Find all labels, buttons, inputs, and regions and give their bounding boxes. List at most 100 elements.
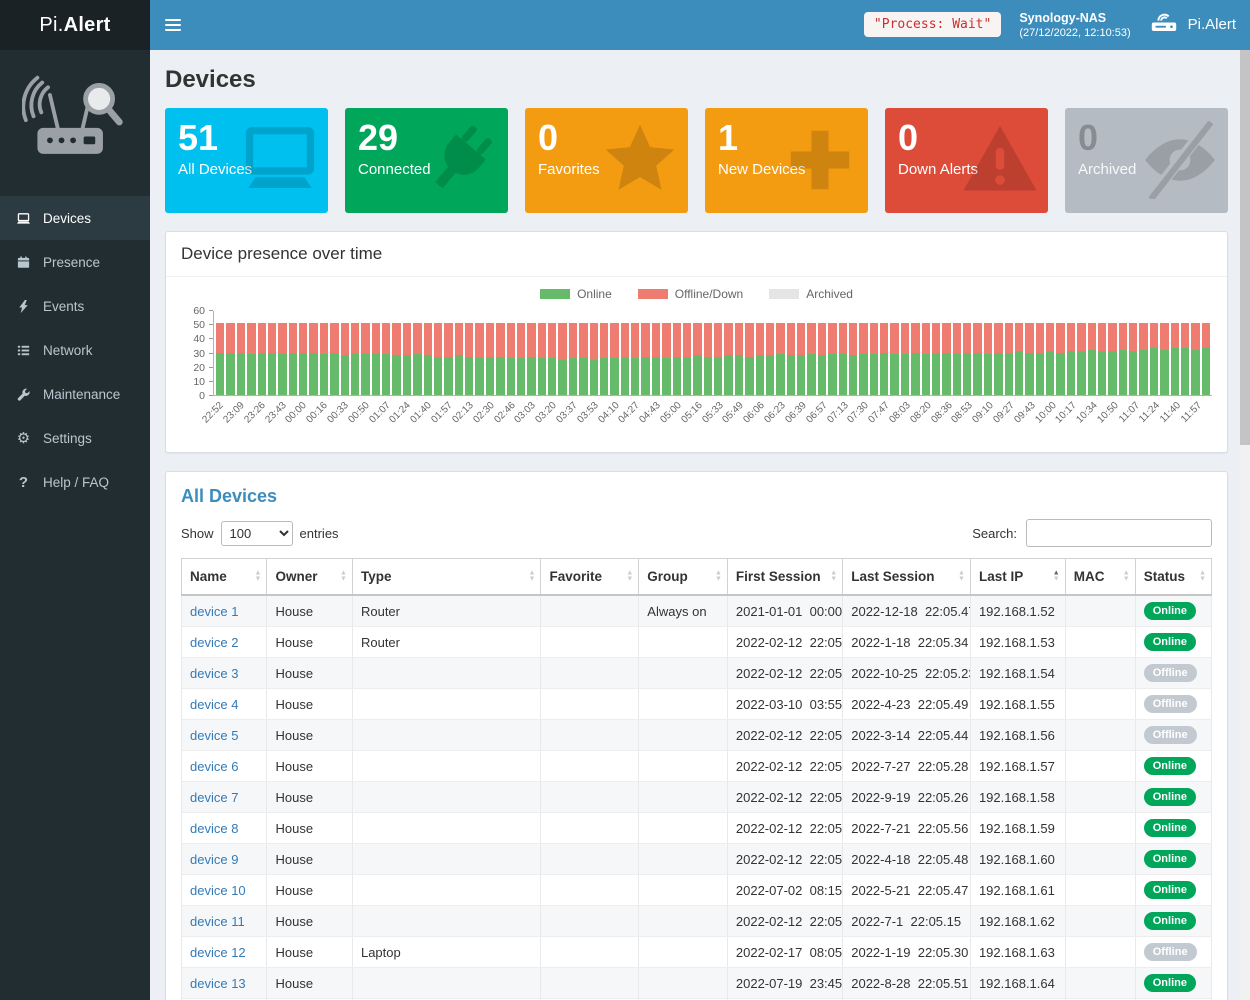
host-name: Synology-NAS [1019,10,1130,26]
cell-last_ip: 192.168.1.64 [970,968,1065,999]
bar-segment-online [704,357,712,395]
legend-online[interactable]: Online [540,287,612,301]
card-all-devices[interactable]: 51 All Devices [165,108,328,213]
bar-segment-offline [1056,323,1064,353]
card-archived[interactable]: 0 Archived [1065,108,1228,213]
sidebar-item-label: Settings [43,431,92,446]
page-scrollbar[interactable] [1240,50,1250,1000]
bar-segment-offline [973,323,981,353]
app-logo[interactable]: Pi.Alert [0,0,150,50]
bar-segment-online [1025,353,1033,396]
page-length-select[interactable]: 100 [221,521,293,546]
bar-segment-offline [341,323,349,356]
bar-segment-online [548,358,556,395]
card-connected[interactable]: 29 Connected [345,108,508,213]
column-header-owner[interactable]: Owner▲▼ [267,559,352,596]
chart-bar [496,323,504,395]
card-new-devices[interactable]: 1 New Devices [705,108,868,213]
bar-segment-online [1098,351,1106,395]
chart-bar [1077,323,1085,395]
calendar-icon [15,255,32,270]
device-link[interactable]: device 6 [190,759,238,774]
cell-last_ip: 192.168.1.55 [970,689,1065,720]
bar-segment-offline [901,323,909,354]
device-link[interactable]: device 8 [190,821,238,836]
card-down-alerts[interactable]: 0 Down Alerts [885,108,1048,213]
sidebar-item-network[interactable]: Network [0,328,150,372]
device-link[interactable]: device 4 [190,697,238,712]
chart-bar [890,323,898,395]
sort-icon: ▲▼ [529,570,536,583]
device-link[interactable]: device 13 [190,976,246,991]
navbar-body: "Process: Wait" Synology-NAS (27/12/2022… [150,0,1250,50]
search-input[interactable] [1026,519,1212,547]
sidebar-menu: Devices Presence Events Network [0,196,150,504]
device-link[interactable]: device 5 [190,728,238,743]
bar-segment-online [953,354,961,395]
legend-offline[interactable]: Offline/Down [638,287,743,301]
device-link[interactable]: device 10 [190,883,246,898]
chart-bar [756,323,764,395]
bar-segment-offline [1036,323,1044,353]
device-link[interactable]: device 7 [190,790,238,805]
navbar-brand[interactable]: Pi.Alert [1149,10,1236,39]
bar-segment-online [237,353,245,396]
bar-segment-online [341,355,349,395]
column-header-group[interactable]: Group▲▼ [639,559,728,596]
sidebar-item-help[interactable]: ? Help / FAQ [0,460,150,504]
bar-segment-offline [413,323,421,354]
sidebar-item-devices[interactable]: Devices [0,196,150,240]
sidebar-item-label: Maintenance [43,387,120,402]
column-header-type[interactable]: Type ▲▼ [352,559,540,596]
legend-archived[interactable]: Archived [769,287,853,301]
sidebar-item-label: Presence [43,255,100,270]
cell-mac [1065,968,1135,999]
legend-swatch-offline [638,289,668,299]
device-link[interactable]: device 2 [190,635,238,650]
sidebar-item-presence[interactable]: Presence [0,240,150,284]
cell-favorite [541,906,639,937]
bar-segment-offline [361,323,369,354]
cell-first_session: 2022-03-10 03:55 [727,689,842,720]
column-header-mac[interactable]: MAC▲▼ [1065,559,1135,596]
chart-bar [994,323,1002,395]
status-badge: Offline [1144,726,1197,744]
bar-segment-online [870,354,878,395]
device-link[interactable]: device 11 [190,914,245,929]
column-header-last_ip[interactable]: Last IP▲▼ [970,559,1065,596]
card-favorites[interactable]: 0 Favorites [525,108,688,213]
x-tick-label: 10:50 [1095,400,1120,425]
chart-bar [590,323,598,395]
cell-first_session: 2022-02-12 22:05 [727,906,842,937]
device-link[interactable]: device 9 [190,852,238,867]
device-link[interactable]: device 12 [190,945,246,960]
cell-favorite [541,937,639,968]
sidebar-item-settings[interactable]: ⚙ Settings [0,416,150,460]
chart-bar [724,323,732,395]
column-header-label: Last Session [851,569,934,584]
device-row: device 1HouseRouterAlways on2021-01-01 0… [182,595,1212,627]
column-header-label: Type [361,569,392,584]
column-header-status[interactable]: Status▲▼ [1135,559,1211,596]
bar-segment-online [216,353,224,396]
column-header-favorite[interactable]: Favorite▲▼ [541,559,639,596]
x-tick-label: 09:27 [991,400,1016,425]
cell-first_session: 2022-02-12 22:05 [727,782,842,813]
sidebar: Devices Presence Events Network [0,50,150,1000]
column-header-name[interactable]: Name▲▼ [182,559,267,596]
bar-segment-online [1129,351,1137,395]
bar-segment-online [693,355,701,395]
cell-favorite [541,844,639,875]
sidebar-item-events[interactable]: Events [0,284,150,328]
column-header-first_session[interactable]: First Session▲▼ [727,559,842,596]
device-link[interactable]: device 1 [190,604,238,619]
device-link[interactable]: device 3 [190,666,238,681]
scrollbar-thumb[interactable] [1240,50,1250,445]
bar-segment-online [434,357,442,395]
cell-favorite [541,627,639,658]
sidebar-toggle-button[interactable] [150,0,196,50]
column-header-last_session[interactable]: Last Session▲▼ [843,559,971,596]
chart-bar [237,323,245,395]
status-badge: Offline [1144,943,1197,961]
sidebar-item-maintenance[interactable]: Maintenance [0,372,150,416]
